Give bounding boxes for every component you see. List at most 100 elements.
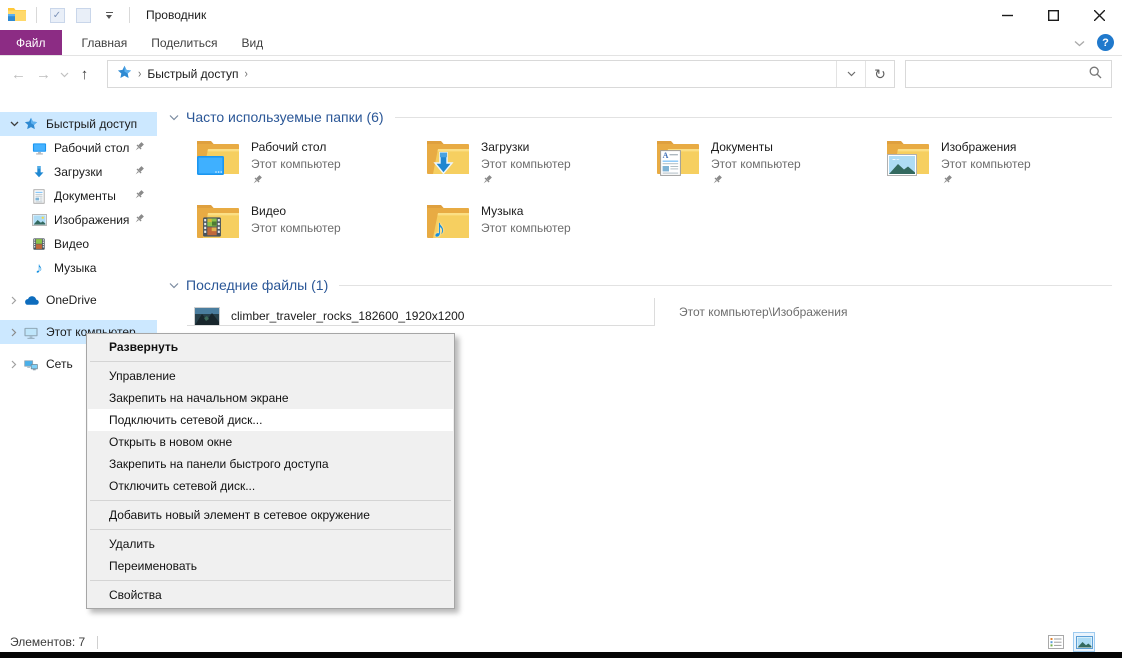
document-icon [30,189,48,204]
search-box[interactable] [905,60,1112,88]
tile-location: Этот компьютер [251,221,341,235]
tile-location: Этот компьютер [481,157,571,171]
chevron-right-icon[interactable] [6,360,22,369]
recent-file-row[interactable]: climber_traveler_rocks_182600_1920x1200 … [187,302,464,330]
context-menu: Развернуть Управление Закрепить на начал… [86,333,455,609]
tile-location: Этот компьютер [941,157,1031,171]
menu-item-add-network-location[interactable]: Добавить новый элемент в сетевое окружен… [88,504,453,526]
download-overlay-icon [431,151,456,179]
sidebar-item-desktop[interactable]: Рабочий стол [0,136,157,160]
folder-icon: ♪ [425,202,471,242]
tab-share[interactable]: Поделиться [139,30,229,55]
group-title: Часто используемые папки (6) [186,109,384,125]
collapse-group-chevron-icon[interactable] [169,282,179,289]
tile-downloads[interactable]: Загрузки Этот компьютер [425,138,655,195]
desktop-overlay-icon [197,156,225,179]
address-dropdown-button[interactable] [836,61,865,87]
menu-item-expand[interactable]: Развернуть [88,336,453,358]
chevron-right-icon[interactable] [6,328,22,337]
help-icon[interactable]: ? [1097,34,1114,51]
thumbnails-view-button[interactable] [1074,633,1094,651]
tile-documents[interactable]: A Документы Этот компьютер [655,138,885,195]
menu-item-disconnect-network-drive[interactable]: Отключить сетевой диск... [88,475,453,497]
tile-desktop[interactable]: Рабочий стол Этот компьютер [195,138,425,195]
pin-icon [481,174,571,189]
toolbar-separator [36,7,37,23]
svg-text:A: A [663,151,669,160]
recent-locations-chevron[interactable] [56,62,72,88]
maximize-button[interactable] [1030,0,1076,30]
breadcrumb-quick-access[interactable]: Быстрый доступ [147,67,238,81]
back-button[interactable]: ← [6,62,31,88]
this-pc-icon [22,325,40,340]
tab-home[interactable]: Главная [70,30,140,55]
menu-item-properties[interactable]: Свойства [88,584,453,606]
menu-item-rename[interactable]: Переименовать [88,555,453,577]
tile-location: Этот компьютер [481,221,571,235]
menu-item-manage[interactable]: Управление [88,365,453,387]
search-icon [1080,66,1111,82]
film-icon [30,237,48,251]
window-bottom-edge [0,652,1122,658]
breadcrumb-chevron-icon: › [244,67,247,80]
folder-icon [195,202,241,242]
tile-name: Изображения [941,140,1031,154]
tile-pictures[interactable]: Изображения Этот компьютер [885,138,1115,195]
tile-videos[interactable]: Видео Этот компьютер [195,202,425,259]
group-header-recent[interactable]: Последние файлы (1) [169,276,1112,294]
close-button[interactable] [1076,0,1122,30]
tile-location: Этот компьютер [711,157,801,171]
new-folder-button[interactable] [73,5,93,25]
menu-item-open-in-new-window[interactable]: Открыть в новом окне [88,431,453,453]
status-divider [97,636,98,649]
properties-check-button[interactable]: ✓ [47,5,67,25]
sidebar-item-quick-access[interactable]: Быстрый доступ [0,112,157,136]
title-bar: ✓ Проводник [0,0,1122,30]
menu-item-pin-to-start[interactable]: Закрепить на начальном экране [88,387,453,409]
sidebar-item-music[interactable]: ♪ Музыка [0,256,157,280]
breadcrumb-chevron-icon: › [138,67,141,80]
menu-separator [90,580,451,581]
up-button[interactable]: ↑ [72,62,97,88]
sidebar-item-videos[interactable]: Видео [0,232,157,256]
group-header-frequent[interactable]: Часто используемые папки (6) [169,108,1112,126]
chevron-down-icon[interactable] [6,121,22,127]
sidebar-item-pictures[interactable]: Изображения [0,208,157,232]
folder-icon [425,138,471,178]
navigation-bar: ← → ↑ › Быстрый доступ › ↻ [0,57,1122,92]
address-bar[interactable]: › Быстрый доступ › ↻ [107,60,895,88]
explorer-logo-icon [8,6,26,24]
search-input[interactable] [906,62,1080,86]
group-rule [339,285,1112,286]
menu-item-delete[interactable]: Удалить [88,533,453,555]
quick-access-star-icon [117,65,132,83]
network-icon [22,357,40,372]
folder-icon [195,138,241,178]
folder-icon [885,138,931,178]
tab-view[interactable]: Вид [229,30,275,55]
menu-item-pin-to-quick-access[interactable]: Закрепить на панели быстрого доступа [88,453,453,475]
forward-button[interactable]: → [31,62,56,88]
status-bar: Элементов: 7 [0,632,1122,652]
tile-name: Документы [711,140,801,154]
tile-music[interactable]: ♪ Музыка Этот компьютер [425,202,655,259]
menu-item-map-network-drive[interactable]: Подключить сетевой диск... [88,409,453,431]
minimize-button[interactable] [984,0,1030,30]
pin-icon [133,165,145,180]
chevron-right-icon[interactable] [6,296,22,305]
customize-toolbar-dropdown[interactable] [99,5,119,25]
pin-icon [133,213,145,228]
ribbon-tab-bar: Файл Главная Поделиться Вид ? [0,30,1122,56]
sidebar-item-documents[interactable]: Документы [0,184,157,208]
tab-file[interactable]: Файл [0,30,62,55]
pin-icon [711,174,801,189]
sidebar-item-downloads[interactable]: Загрузки [0,160,157,184]
details-view-button[interactable] [1046,633,1066,651]
refresh-button[interactable]: ↻ [865,61,894,87]
quick-access-star-icon [22,117,40,131]
window-title: Проводник [146,8,206,22]
download-arrow-icon [30,165,48,179]
collapse-group-chevron-icon[interactable] [169,114,179,121]
expand-ribbon-chevron-icon[interactable] [1074,36,1085,50]
sidebar-item-onedrive[interactable]: OneDrive [0,288,157,312]
